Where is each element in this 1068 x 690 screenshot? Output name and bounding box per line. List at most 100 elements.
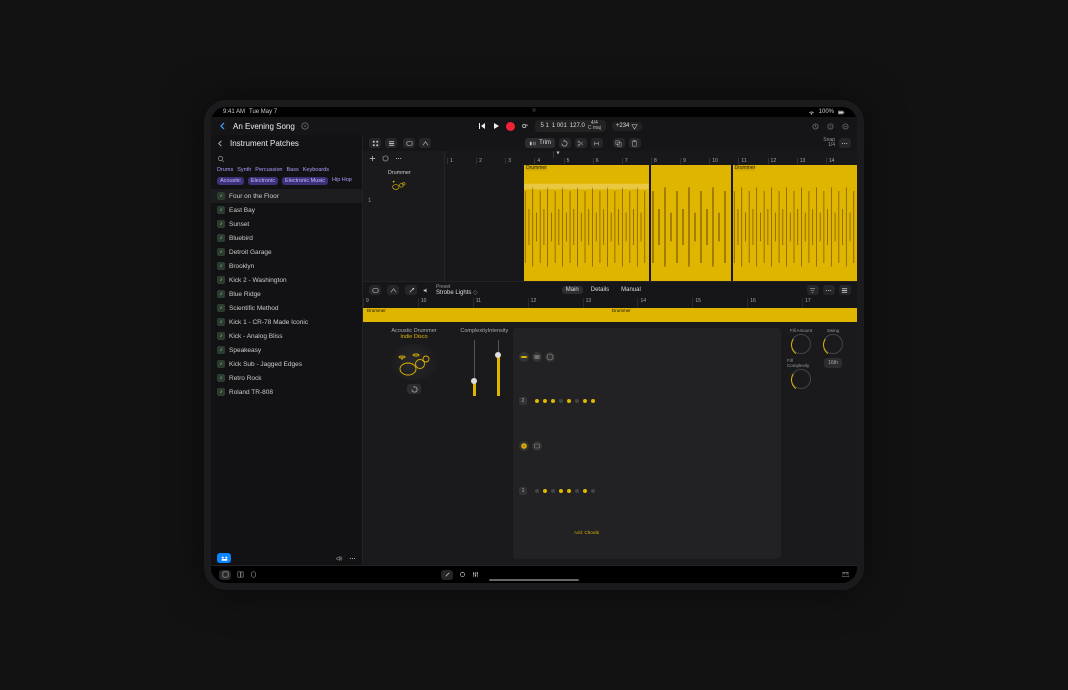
ride-icon[interactable] <box>545 352 555 362</box>
tag[interactable]: Acoustic <box>217 177 244 185</box>
tuner-button[interactable]: +234 <box>612 122 643 131</box>
cycle-button[interactable] <box>521 122 529 130</box>
patch-item[interactable]: ♪Sunset <box>211 217 362 231</box>
library-search[interactable] <box>211 151 362 167</box>
patch-item[interactable]: ♪Detroit Garage <box>211 245 362 259</box>
intensity-slider[interactable]: Intensity <box>489 328 507 559</box>
patch-item[interactable]: ♪Retro Rock <box>211 371 362 385</box>
region-button[interactable] <box>403 138 415 148</box>
patch-item[interactable]: ♪Brooklyn <box>211 259 362 273</box>
preset-selector[interactable]: Preset Strobe Lights ◇ <box>436 285 478 296</box>
lcd-display[interactable]: 5 1 1 001 127.0 4/4 C maj <box>535 120 605 132</box>
back-button[interactable] <box>219 122 227 130</box>
library-back-button[interactable] <box>217 140 224 147</box>
editor-region-strip[interactable]: Drummer Drummer <box>363 308 857 322</box>
pattern-row[interactable]: 2 <box>519 397 775 405</box>
timeline[interactable]: 1234567891011121314 Drummer <box>445 151 857 281</box>
patch-item[interactable]: ♪East Bay <box>211 203 362 217</box>
loop-tool-button[interactable] <box>559 138 571 148</box>
editor-automation-button[interactable] <box>387 285 399 295</box>
pattern-row[interactable] <box>519 441 775 451</box>
tab-main[interactable]: Main <box>562 286 583 294</box>
join-button[interactable] <box>591 138 603 148</box>
drummer-region[interactable]: Drummer <box>733 165 858 281</box>
editor-filter-button[interactable] <box>807 285 819 295</box>
drum-kit-graphic[interactable] <box>389 344 439 380</box>
tag[interactable]: Electronic <box>248 177 278 185</box>
track-header-drummer[interactable]: Drummer <box>376 170 422 191</box>
history-icon[interactable] <box>812 123 819 130</box>
patch-item[interactable]: ♪Kick Sub - Jagged Edges <box>211 357 362 371</box>
tag[interactable]: Synth <box>237 167 251 173</box>
snap-display[interactable]: Snap 1/4 <box>823 138 835 148</box>
row-variant[interactable]: 2 <box>519 397 527 405</box>
pattern-row[interactable] <box>519 352 775 362</box>
track-more-button[interactable] <box>395 155 402 162</box>
more-icon[interactable] <box>349 555 356 562</box>
browser-button[interactable] <box>237 571 244 578</box>
patch-item[interactable]: ♪Blue Ridge <box>211 287 362 301</box>
home-indicator[interactable] <box>489 579 579 581</box>
automation-button[interactable] <box>419 138 431 148</box>
smart-controls-button[interactable] <box>459 571 466 578</box>
help-icon[interactable]: ? <box>827 123 834 130</box>
copy-button[interactable] <box>613 138 625 148</box>
editor-button[interactable] <box>441 570 453 580</box>
tag[interactable]: Hip Hop <box>332 177 352 185</box>
row-variant[interactable]: 1 <box>519 487 527 495</box>
patch-item[interactable]: ♪Speakeasy <box>211 343 362 357</box>
tag[interactable]: Electronic Music <box>282 177 328 185</box>
complexity-slider[interactable]: Complexity <box>465 328 483 559</box>
tab-manual[interactable]: Manual <box>617 286 645 294</box>
more-button[interactable] <box>839 138 851 148</box>
editor-drumstick-button[interactable] <box>405 285 417 295</box>
editor-more-button[interactable] <box>823 285 835 295</box>
clips-lane[interactable]: Drummer <box>445 165 857 281</box>
track-filter-button[interactable] <box>382 155 389 162</box>
tab-details[interactable]: Details <box>587 286 613 294</box>
grid-view-button[interactable] <box>369 138 381 148</box>
patch-item[interactable]: ♪Kick 2 - Washington <box>211 273 362 287</box>
speaker-icon[interactable] <box>423 287 430 294</box>
division-chip[interactable]: 16th <box>819 358 847 389</box>
patch-item[interactable]: ♪Four on the Floor <box>211 189 362 203</box>
playhead[interactable] <box>553 151 560 158</box>
add-track-button[interactable] <box>369 155 376 162</box>
tag[interactable]: Bass <box>287 167 299 173</box>
swing-knob[interactable]: Swing <box>819 328 847 354</box>
editor-region-button[interactable] <box>369 285 381 295</box>
scissors-button[interactable] <box>575 138 587 148</box>
fill-amount-knob[interactable]: Fill Amount <box>787 328 815 354</box>
settings-icon[interactable] <box>842 123 849 130</box>
trim-tool[interactable]: Trim <box>525 138 555 148</box>
volume-icon[interactable] <box>336 555 343 562</box>
paste-button[interactable] <box>629 138 641 148</box>
kick-icon[interactable] <box>532 441 542 451</box>
patch-item[interactable]: ♪Scientific Method <box>211 301 362 315</box>
patch-item[interactable]: ♪Kick 1 - CR-78 Made Iconic <box>211 315 362 329</box>
cymbal-icon[interactable] <box>519 352 529 362</box>
editor-ruler[interactable]: 91011121314151617 <box>363 298 857 308</box>
library-button[interactable] <box>219 570 231 580</box>
patch-list[interactable]: ♪Four on the Floor ♪East Bay ♪Sunset ♪Bl… <box>211 189 362 551</box>
editor-menu-button[interactable] <box>839 285 851 295</box>
song-menu-icon[interactable] <box>301 122 309 130</box>
pattern-row[interactable]: 1 <box>519 487 775 495</box>
tag[interactable]: Keyboards <box>303 167 329 173</box>
list-view-button[interactable] <box>385 138 397 148</box>
record-button[interactable] <box>506 122 515 131</box>
song-title[interactable]: An Evening Song <box>233 122 295 131</box>
keyboard-button[interactable] <box>842 571 849 578</box>
tag[interactable]: Drums <box>217 167 233 173</box>
patch-item[interactable]: ♪Kick - Analog Bliss <box>211 329 362 343</box>
hihat-icon[interactable] <box>532 352 542 362</box>
snare-icon[interactable] <box>519 441 529 451</box>
ruler[interactable]: 1234567891011121314 <box>445 151 857 165</box>
tag[interactable]: Percussion <box>255 167 282 173</box>
session-player-button[interactable] <box>217 553 231 563</box>
drummer-region[interactable]: Drummer <box>524 165 649 281</box>
patch-item[interactable]: ♪Roland TR-808 <box>211 385 362 399</box>
drummer-region[interactable] <box>651 165 731 281</box>
patch-item[interactable]: ♪Bluebird <box>211 231 362 245</box>
notes-button[interactable] <box>250 571 257 578</box>
